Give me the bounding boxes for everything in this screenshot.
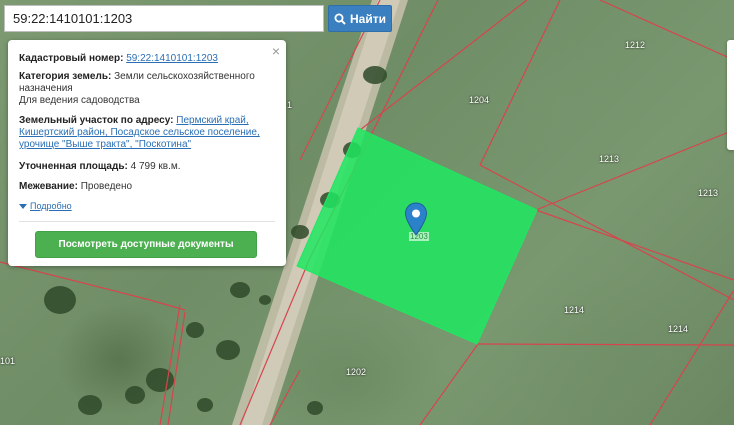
view-documents-button[interactable]: Посмотреть доступные документы [35,231,257,258]
address-label: Земельный участок по адресу: [19,115,174,126]
details-toggle[interactable]: Подробно [19,201,72,211]
survey-label: Межевание: [19,181,78,192]
address-row: Земельный участок по адресу: Пермский кр… [19,115,268,151]
side-panel-edge[interactable] [727,40,734,150]
parcel-label: 1214 [564,305,585,315]
triangle-down-icon [19,204,27,210]
parcel-label: 1 [287,100,293,110]
parcel-label: 1204 [469,95,490,105]
area-label: Уточненная площадь: [19,161,128,172]
area-value: 4 799 кв.м. [130,161,181,172]
search-button-label: Найти [350,11,386,26]
parcel-label: 1214 [668,324,689,334]
address-link-region[interactable]: Пермский край, [176,115,248,126]
land-purpose: Для ведения садоводства [19,95,140,106]
parcel-info-popup: × Кадастровый номер: 59:22:1410101:1203 … [8,40,286,266]
search-button[interactable]: Найти [328,5,392,32]
parcel-label: 1202 [346,367,367,377]
address-link-locality[interactable]: урочище "Выше тракта", "Поскотина" [19,139,191,150]
parcel-label: 1213 [698,188,719,198]
search-icon [334,13,346,25]
category-label: Категория земель: [19,71,112,82]
close-icon[interactable]: × [272,44,280,58]
survey-value: Проведено [80,181,133,192]
parcel-label: 1213 [599,154,620,164]
details-label: Подробно [30,201,72,211]
area-row: Уточненная площадь: 4 799 кв.м. [19,161,268,173]
category-value: Земли сельскохозяйственного [114,71,255,82]
parcel-label: 101 [0,356,16,366]
parcel-label: 1212 [625,40,646,50]
category-row: Категория земель: Земли сельскохозяйстве… [19,71,268,107]
map-marker-icon[interactable] [404,202,428,236]
divider [19,221,275,222]
cadastral-number-link[interactable]: 59:22:1410101:1203 [126,53,218,64]
address-link-district[interactable]: Кишертский район, Посадское сельское пос… [19,127,260,138]
cadastral-row: Кадастровый номер: 59:22:1410101:1203 [19,53,268,65]
cadastral-label: Кадастровый номер: [19,53,124,64]
survey-row: Межевание: Проведено [19,181,268,193]
search-input[interactable] [4,5,324,32]
category-value-cont: назначения [19,83,73,94]
